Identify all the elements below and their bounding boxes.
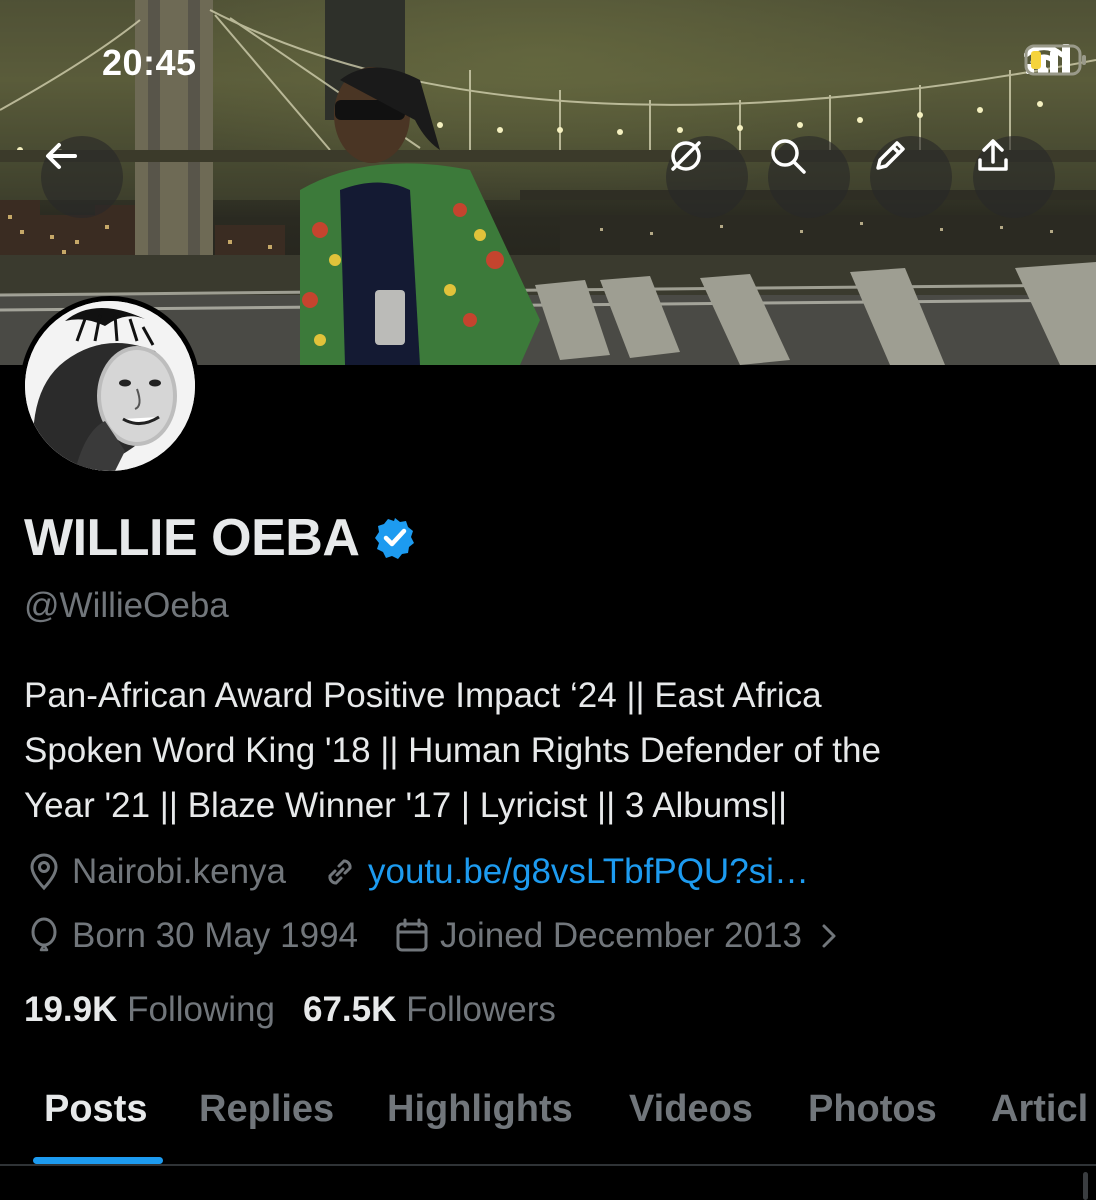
share-button[interactable] [973, 136, 1055, 218]
share-upload-icon [978, 139, 1008, 171]
tab-videos[interactable]: Videos [629, 1088, 753, 1131]
tabs-divider [0, 1164, 1096, 1166]
joined-item[interactable]: Joined December 2013 [392, 916, 842, 956]
profile-banner[interactable]: 20:45 [0, 0, 1096, 365]
followers-count: 67.5K [303, 990, 397, 1029]
tab-replies[interactable]: Replies [199, 1088, 334, 1131]
follow-counts: 19.9K Following 67.5K Followers [24, 990, 556, 1030]
balloon-icon [31, 917, 57, 952]
bio-line: Pan-African Award Positive Impact ‘24 ||… [24, 676, 822, 715]
bio-line: Year '21 || Blaze Winner '17 | Lyricist … [24, 786, 788, 825]
location-text: Nairobi.kenya [72, 852, 286, 891]
search-button[interactable] [768, 136, 850, 218]
no-feeds-icon [671, 141, 701, 171]
followers-count-link[interactable]: 67.5K Followers [303, 990, 556, 1030]
tab-photos[interactable]: Photos [808, 1088, 937, 1131]
avatar-sketch-image [25, 301, 195, 471]
scrollbar[interactable] [1083, 1172, 1088, 1200]
feeds-toggle-button[interactable] [666, 136, 748, 218]
joined-text: Joined December 2013 [440, 916, 802, 955]
following-count: 19.9K [24, 990, 118, 1029]
calendar-icon [396, 918, 428, 952]
website-link[interactable]: youtu.be/g8vsLTbfPQU?si… [368, 852, 809, 892]
back-button[interactable] [41, 136, 123, 218]
battery-icon [1024, 44, 1086, 76]
following-label: Following [127, 990, 275, 1029]
arrow-left-icon [46, 143, 77, 169]
active-tab-indicator [33, 1157, 163, 1164]
profile-meta-row-1: Nairobi.kenya youtu.be/g8vsLTbfPQU?si… [24, 852, 843, 892]
bio-line: Spoken Word King '18 || Human Rights Def… [24, 731, 881, 770]
profile-name-row: WILLIE OEBA [24, 508, 417, 568]
search-icon [771, 139, 806, 174]
profile-screen: 20:45 WILLIE OEBA @WillieOeba Pan-Africa… [0, 0, 1096, 1200]
link-icon [328, 859, 352, 885]
edit-pencil-icon [876, 141, 905, 170]
edit-button[interactable] [870, 136, 952, 218]
profile-bio: Pan-African Award Positive Impact ‘24 ||… [24, 668, 1074, 833]
birthday-text: Born 30 May 1994 [72, 916, 359, 955]
verified-badge-icon[interactable] [373, 516, 417, 560]
followers-label: Followers [406, 990, 556, 1029]
tab-highlights[interactable]: Highlights [387, 1088, 573, 1131]
display-name: WILLIE OEBA [24, 509, 360, 567]
location-item: Nairobi.kenya [24, 852, 286, 892]
following-count-link[interactable]: 19.9K Following [24, 990, 275, 1030]
profile-meta-row-2: Born 30 May 1994 Joined December 2013 [24, 916, 876, 956]
profile-avatar[interactable] [20, 296, 200, 476]
website-item[interactable]: youtu.be/g8vsLTbfPQU?si… [320, 852, 809, 892]
location-pin-icon [30, 853, 58, 891]
profile-tabs: Posts Replies Highlights Videos Photos A… [0, 1080, 1096, 1166]
chevron-right-icon [822, 924, 836, 948]
tab-articles[interactable]: Articl [991, 1088, 1088, 1131]
profile-handle: @WillieOeba [24, 586, 229, 625]
tab-posts[interactable]: Posts [44, 1088, 147, 1131]
birthday-item: Born 30 May 1994 [24, 916, 358, 956]
status-time: 20:45 [102, 42, 197, 83]
